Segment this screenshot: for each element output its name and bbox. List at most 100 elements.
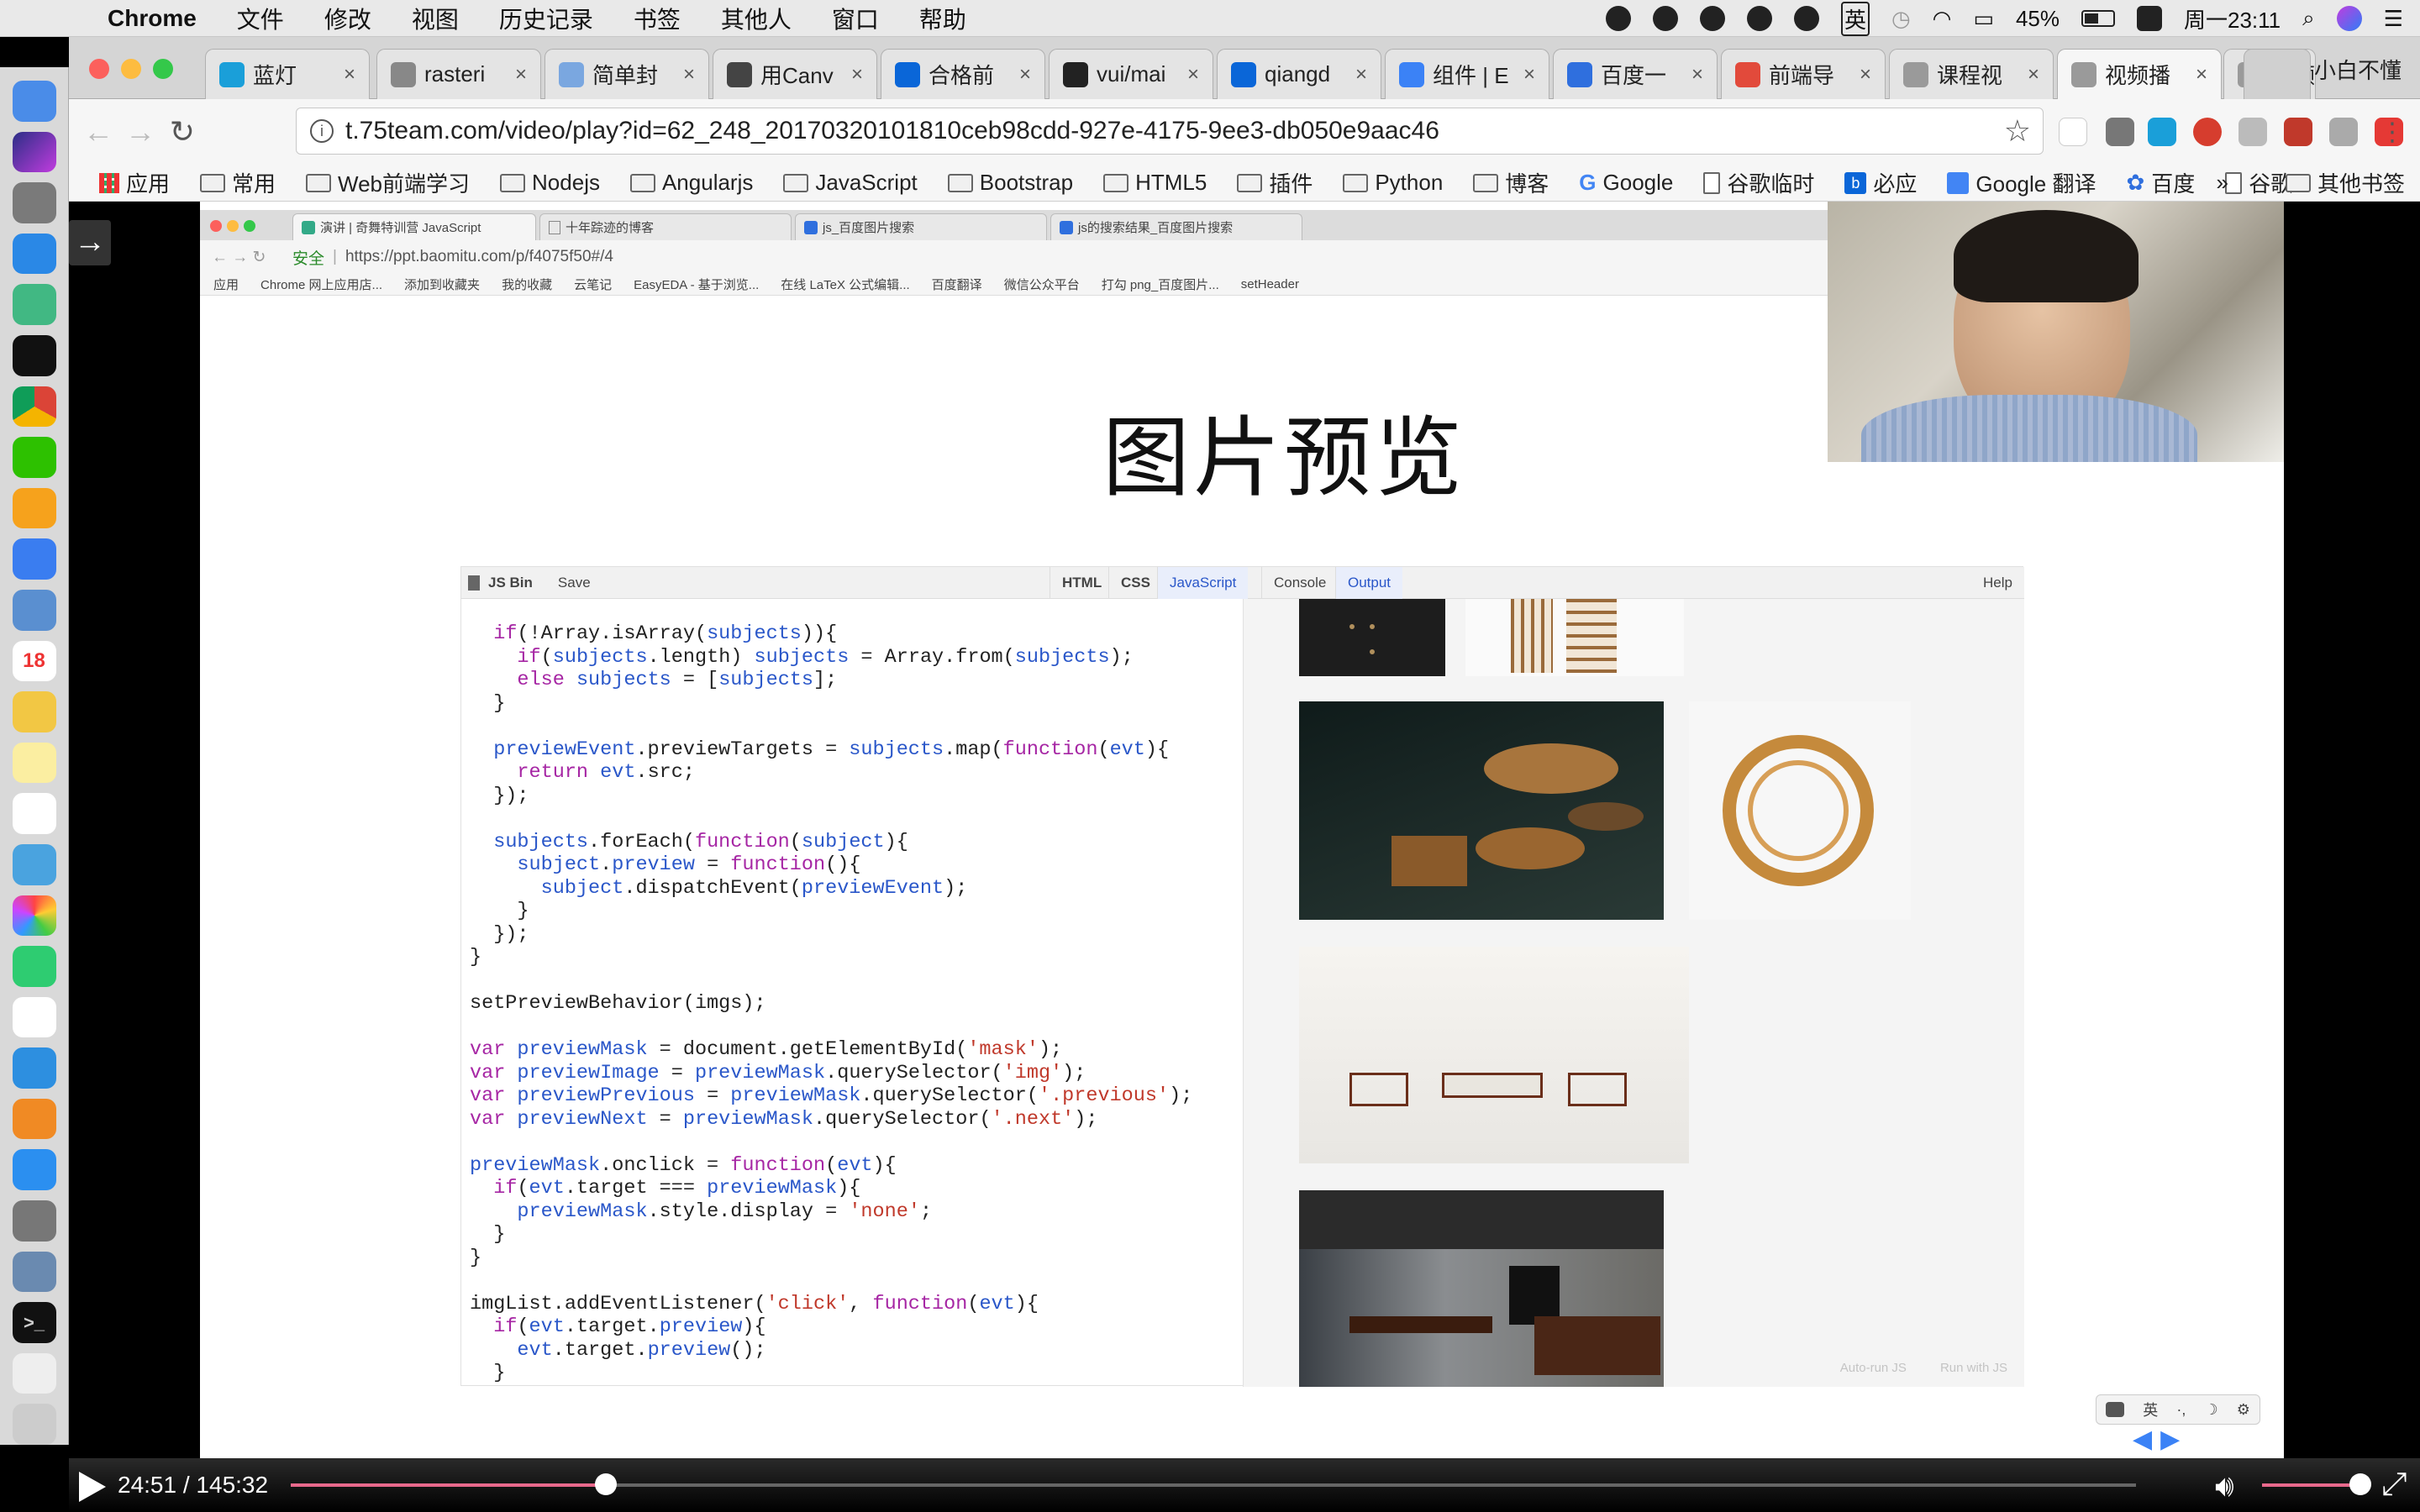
volume-handle[interactable] (2349, 1473, 2371, 1495)
volume-slider[interactable] (2262, 1483, 2354, 1487)
atom-icon[interactable] (12, 284, 56, 325)
profile-name[interactable]: 小白不懂 (2314, 54, 2402, 85)
browser-tab[interactable]: 视频播 × (2057, 49, 2222, 99)
browser-tab[interactable]: 蓝灯 × (205, 49, 370, 99)
lantern-tray-icon[interactable] (1652, 6, 1678, 31)
bookmark-item[interactable]: 谷歌临时 (1688, 167, 1829, 198)
volume-icon[interactable]: 🔊︎ (2215, 1468, 2234, 1504)
extension-a-icon[interactable] (2284, 118, 2312, 146)
browser-tab[interactable]: 合格前 × (881, 49, 1045, 99)
close-icon[interactable]: × (851, 63, 863, 87)
close-icon[interactable]: × (515, 63, 527, 87)
notes-icon[interactable] (12, 742, 56, 784)
menu-history[interactable]: 历史记录 (479, 2, 613, 35)
cloud-tray-icon[interactable] (1746, 6, 1772, 31)
forward-button[interactable]: → (119, 114, 161, 150)
qq-icon[interactable] (12, 334, 56, 376)
bookmarks-overflow-button[interactable]: » (2202, 170, 2244, 196)
bookmark-item[interactable]: ✿ 百度 (2111, 167, 2210, 198)
safari-icon[interactable] (12, 233, 56, 275)
trash-icon[interactable] (12, 1404, 56, 1446)
facetime-icon[interactable] (12, 946, 56, 987)
menu-file[interactable]: 文件 (217, 2, 304, 35)
extension-lantern-icon[interactable] (2148, 118, 2176, 146)
address-bar[interactable]: i t.75team.com/video/play?id=62_248_2017… (296, 108, 2044, 155)
new-tab-button[interactable] (2244, 49, 2311, 99)
close-icon[interactable]: × (1860, 63, 1871, 87)
menu-app-name[interactable]: Chrome (87, 5, 217, 32)
back-button[interactable]: ← (77, 114, 119, 150)
menu-help[interactable]: 帮助 (899, 2, 986, 35)
browser-tab[interactable]: 百度一 × (1553, 49, 1718, 99)
siri-icon[interactable] (2336, 6, 2362, 31)
menu-view[interactable]: 视图 (392, 2, 479, 35)
window-zoom-button[interactable] (153, 59, 173, 79)
browser-tab[interactable]: 用Canv × (713, 49, 877, 99)
calendar-icon[interactable]: 18 (12, 640, 56, 682)
close-icon[interactable]: × (683, 63, 695, 87)
bookmark-item[interactable]: 应用 (84, 167, 185, 198)
browser-tab[interactable]: 前端导 × (1721, 49, 1886, 99)
browser-tab[interactable]: qiangd × (1217, 49, 1381, 99)
extension-dot-icon[interactable] (2059, 118, 2087, 146)
bookmark-item[interactable]: Angularjs (615, 170, 768, 196)
close-icon[interactable]: × (2196, 63, 2207, 87)
close-icon[interactable]: × (1019, 63, 1031, 87)
reload-button[interactable]: ↻ (161, 114, 203, 150)
adblock-plus-icon[interactable] (2193, 118, 2222, 146)
bookmark-item[interactable]: G Google (1564, 170, 1688, 196)
system-preferences-icon[interactable] (12, 1200, 56, 1242)
bookmark-item[interactable]: JavaScript (768, 170, 932, 196)
finder-icon[interactable] (12, 81, 56, 122)
bookmark-item[interactable]: 博客 (1458, 167, 1564, 198)
spotlight-icon[interactable]: ⌕ (2302, 5, 2315, 32)
app-store-icon[interactable] (12, 1149, 56, 1191)
close-icon[interactable]: × (1523, 63, 1535, 87)
textedit-icon[interactable] (12, 691, 56, 732)
menu-window[interactable]: 窗口 (812, 2, 899, 35)
sidebar-toggle-arrow-icon[interactable]: → (69, 220, 111, 265)
bookmark-item[interactable]: Nodejs (485, 170, 615, 196)
chrome-icon[interactable] (12, 386, 56, 428)
site-info-icon[interactable]: i (310, 119, 334, 143)
downloads-stack-icon[interactable] (12, 1352, 56, 1394)
progress-bar[interactable] (291, 1473, 2136, 1495)
apple-icon[interactable] (34, 3, 67, 34)
video-player[interactable]: 演讲 | 奇舞特训营 JavaScript 十年踪迹的博客 js_百度图片搜索 … (69, 202, 2420, 1470)
ime-indicator[interactable]: 英 (1840, 1, 1870, 36)
progress-handle[interactable] (594, 1473, 617, 1495)
preview-icon[interactable] (12, 589, 56, 631)
sogou-icon[interactable] (2136, 6, 2162, 31)
launchpad-icon[interactable] (12, 182, 56, 223)
menu-bookmarks[interactable]: 书签 (613, 2, 701, 35)
bookmark-item[interactable]: b 必应 (1829, 167, 1932, 198)
other-bookmarks[interactable]: 其他书签 (2270, 167, 2420, 198)
time-machine-icon[interactable]: ◷ (1891, 6, 1911, 32)
wifi-icon[interactable]: ◠ (1933, 6, 1952, 32)
window-minimize-button[interactable] (121, 59, 141, 79)
menubar-clock[interactable]: 周一23:11 (2184, 3, 2281, 34)
close-icon[interactable]: × (1355, 63, 1367, 87)
bookmark-item[interactable]: Google 翻译 (1932, 167, 2111, 198)
bookmark-item[interactable]: Bootstrap (933, 170, 1088, 196)
battery-icon[interactable] (2081, 10, 2115, 27)
close-icon[interactable]: × (1187, 63, 1199, 87)
menu-edit[interactable]: 修改 (304, 2, 392, 35)
mic-tray-icon[interactable] (1793, 6, 1819, 31)
browser-tab[interactable]: vui/mai × (1049, 49, 1213, 99)
siri-dock-icon[interactable] (12, 131, 56, 173)
bookmark-item[interactable]: Web前端学习 (291, 167, 485, 198)
chrome-menu-icon[interactable]: ⋮ (2371, 118, 2413, 147)
fullscreen-icon[interactable]: ⤢ (2381, 1467, 2407, 1503)
browser-tab[interactable]: 简单封 × (544, 49, 709, 99)
bookmark-star-icon[interactable]: ☆ (2004, 113, 2031, 149)
reminders-icon[interactable] (12, 793, 56, 834)
bookmark-item[interactable]: 常用 (185, 167, 291, 198)
keynote-icon[interactable] (12, 1047, 56, 1089)
airplay-icon[interactable]: ▭ (1973, 6, 1994, 32)
bookmark-item[interactable]: 插件 (1222, 167, 1328, 198)
notification-center-icon[interactable]: ☰ (2384, 6, 2403, 32)
menu-people[interactable]: 其他人 (701, 2, 812, 35)
bookmark-item[interactable]: HTML5 (1088, 170, 1222, 196)
maps-icon[interactable] (12, 843, 56, 885)
